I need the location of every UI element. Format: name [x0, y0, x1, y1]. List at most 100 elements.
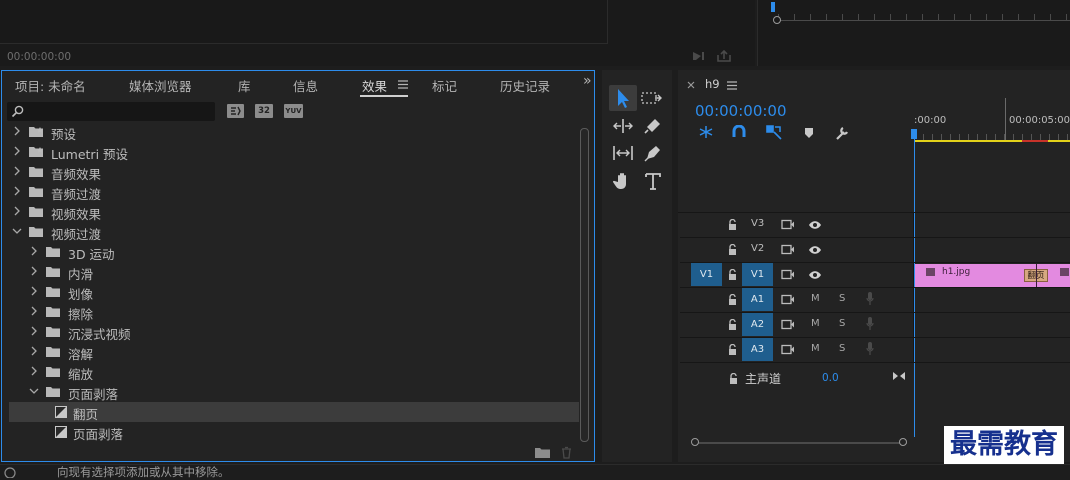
sync-lock-icon[interactable]: [781, 219, 794, 230]
go-to-edit-icon[interactable]: [892, 371, 906, 381]
hand-tool-icon[interactable]: [613, 171, 633, 191]
sequence-tab[interactable]: h9: [705, 77, 720, 91]
nest-toggle-icon[interactable]: [698, 125, 714, 139]
tab-libraries[interactable]: 库: [238, 76, 251, 95]
effect-folder-item[interactable]: 缩放: [9, 362, 579, 382]
chevron-right-icon[interactable]: [12, 186, 22, 196]
mic-icon[interactable]: [866, 292, 874, 306]
chevron-right-icon[interactable]: [29, 346, 39, 356]
lock-icon[interactable]: [728, 244, 737, 255]
scrollbar-thumb[interactable]: [580, 128, 589, 442]
chevron-right-icon[interactable]: [29, 246, 39, 256]
lock-icon[interactable]: [728, 269, 737, 280]
effect-folder-item[interactable]: 视频效果: [9, 202, 579, 222]
search-input[interactable]: [7, 102, 215, 121]
effect-item[interactable]: 翻页: [9, 402, 579, 422]
mute-button[interactable]: M: [811, 343, 820, 354]
tab-info[interactable]: 信息: [293, 76, 318, 95]
chevron-right-icon[interactable]: [29, 266, 39, 276]
chevron-right-icon[interactable]: [12, 206, 22, 216]
track-target-button[interactable]: V1: [742, 263, 773, 286]
add-marker-icon[interactable]: [804, 127, 814, 139]
sync-lock-icon[interactable]: [781, 294, 794, 305]
effect-folder-item[interactable]: 3D 运动: [9, 242, 579, 262]
yuv-effects-button[interactable]: YUV: [284, 104, 303, 118]
tab-project[interactable]: 项目: 未命名: [15, 76, 86, 95]
track-name[interactable]: V2: [751, 243, 764, 254]
effect-folder-item[interactable]: 内滑: [9, 262, 579, 282]
eye-icon[interactable]: [808, 270, 822, 280]
chevron-right-icon[interactable]: [12, 146, 22, 156]
effect-folder-item[interactable]: 沉浸式视频: [9, 322, 579, 342]
close-icon[interactable]: [687, 81, 695, 89]
slip-tool-icon[interactable]: [612, 144, 634, 162]
32bit-effects-button[interactable]: 32: [255, 104, 273, 118]
effect-folder-item[interactable]: 音频过渡: [9, 182, 579, 202]
lock-icon[interactable]: [728, 344, 737, 355]
solo-button[interactable]: S: [839, 293, 845, 304]
selection-tool-icon[interactable]: [609, 85, 637, 111]
effect-folder-item[interactable]: 溶解: [9, 342, 579, 362]
timeline-zoom-scrollbar[interactable]: [691, 438, 907, 446]
effect-folder-item[interactable]: Lumetri 预设: [9, 142, 579, 162]
track-target-button[interactable]: A2: [742, 313, 773, 336]
track-target-button[interactable]: A3: [742, 338, 773, 361]
tab-effects[interactable]: 效果: [362, 76, 387, 95]
tab-markers[interactable]: 标记: [432, 76, 457, 95]
scroll-handle-right[interactable]: [899, 438, 907, 446]
sync-lock-icon[interactable]: [781, 269, 794, 280]
razor-tool-icon[interactable]: [643, 117, 663, 135]
lock-icon[interactable]: [728, 319, 737, 330]
new-bin-icon[interactable]: [535, 447, 550, 458]
tab-effects-menu-icon[interactable]: [398, 80, 408, 89]
more-tabs-icon[interactable]: »: [583, 73, 592, 89]
snap-icon[interactable]: [732, 125, 746, 139]
solo-button[interactable]: S: [839, 318, 845, 329]
mute-button[interactable]: M: [811, 318, 820, 329]
master-volume[interactable]: 0.0: [822, 372, 839, 384]
sequence-menu-icon[interactable]: [727, 81, 737, 90]
eye-icon[interactable]: [808, 220, 822, 230]
chevron-right-icon[interactable]: [29, 286, 39, 296]
accelerated-effects-icon[interactable]: [227, 104, 244, 118]
chevron-right-icon[interactable]: [12, 126, 22, 136]
chevron-down-icon[interactable]: [29, 386, 39, 396]
time-ruler[interactable]: :00:00 00:00:05:00: [911, 98, 1070, 142]
scroll-handle-left[interactable]: [691, 438, 699, 446]
track-select-tool-icon[interactable]: [641, 89, 663, 107]
tab-history[interactable]: 历史记录: [500, 76, 550, 95]
lock-icon[interactable]: [729, 373, 738, 384]
tree-scrollbar[interactable]: [580, 128, 589, 442]
effect-folder-item[interactable]: 音频效果: [9, 162, 579, 182]
linked-selection-icon[interactable]: [765, 124, 783, 140]
tab-media-browser[interactable]: 媒体浏览器: [129, 76, 192, 95]
export-frame-icon[interactable]: [691, 50, 707, 62]
track-name[interactable]: V3: [751, 218, 764, 229]
source-patch-button[interactable]: V1: [691, 263, 722, 286]
effect-folder-item[interactable]: 擦除: [9, 302, 579, 322]
sync-lock-icon[interactable]: [781, 344, 794, 355]
sync-lock-icon[interactable]: [781, 244, 794, 255]
ripple-edit-tool-icon[interactable]: [612, 117, 634, 135]
chevron-down-icon[interactable]: [12, 226, 22, 236]
sync-lock-icon[interactable]: [781, 319, 794, 330]
mic-icon[interactable]: [866, 342, 874, 356]
playhead-marker[interactable]: [771, 2, 775, 12]
track-target-button[interactable]: A1: [742, 288, 773, 311]
effect-folder-item[interactable]: 视频过渡: [9, 222, 579, 242]
chevron-right-icon[interactable]: [29, 306, 39, 316]
timeline-timecode[interactable]: 00:00:00:00: [695, 102, 787, 120]
wrench-icon[interactable]: [834, 125, 850, 141]
chevron-right-icon[interactable]: [12, 166, 22, 176]
effect-item[interactable]: 页面剥落: [9, 422, 579, 442]
lock-icon[interactable]: [728, 294, 737, 305]
eye-icon[interactable]: [808, 245, 822, 255]
share-icon[interactable]: [716, 49, 732, 63]
lock-icon[interactable]: [728, 219, 737, 230]
mute-button[interactable]: M: [811, 293, 820, 304]
effect-folder-item[interactable]: 页面剥落: [9, 382, 579, 402]
chevron-right-icon[interactable]: [29, 366, 39, 376]
effect-folder-item[interactable]: 划像: [9, 282, 579, 302]
pen-tool-icon[interactable]: [643, 144, 663, 162]
chevron-right-icon[interactable]: [29, 326, 39, 336]
